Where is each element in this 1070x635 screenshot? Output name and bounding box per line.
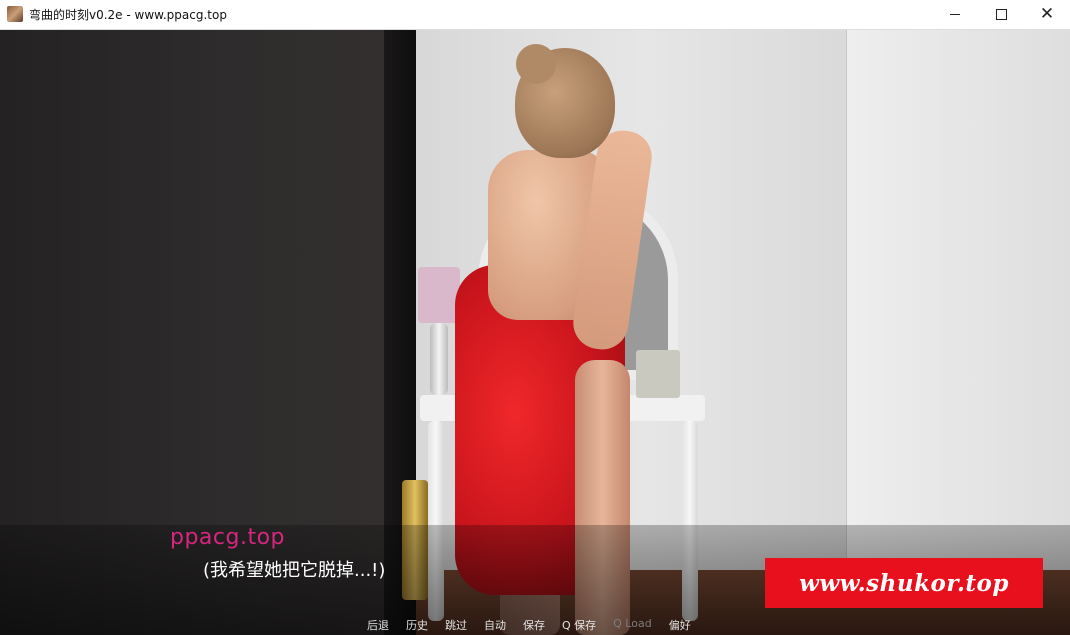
window-title: 弯曲的时刻v0.2e - www.ppacg.top [29, 8, 227, 22]
lamp-shade [418, 267, 460, 323]
quick-menu-preferences[interactable]: 偏好 [669, 617, 691, 633]
app-icon [7, 6, 23, 22]
watermark-text: www.shukor.top [799, 569, 1009, 597]
quick-menu-quick-save[interactable]: Q 保存 [562, 617, 596, 633]
maximize-button[interactable] [978, 0, 1024, 29]
lamp-base [430, 323, 448, 395]
close-button[interactable]: ✕ [1024, 0, 1070, 29]
close-icon: ✕ [1039, 4, 1055, 24]
minimize-button[interactable] [932, 0, 978, 29]
title-bar: 弯曲的时刻v0.2e - www.ppacg.top ✕ [0, 0, 1070, 30]
quick-menu: 后退 历史 跳过 自动 保存 Q 保存 Q Load 偏好 [367, 617, 708, 633]
watermark-banner: www.shukor.top [765, 558, 1043, 608]
character-hair-bun [516, 44, 556, 84]
cosmetic-bottles [636, 350, 680, 398]
maximize-icon [995, 9, 1007, 20]
speaker-name: ppacg.top [170, 525, 286, 550]
minimize-icon [950, 14, 960, 15]
quick-menu-skip[interactable]: 跳过 [445, 617, 467, 633]
quick-menu-auto[interactable]: 自动 [484, 617, 506, 633]
quick-menu-back[interactable]: 后退 [367, 617, 389, 633]
dialogue-text: (我希望她把它脱掉...!) [203, 560, 386, 581]
game-window: 弯曲的时刻v0.2e - www.ppacg.top ✕ ppacg.top (… [0, 0, 1070, 635]
quick-menu-quick-load[interactable]: Q Load [613, 617, 652, 633]
quick-menu-history[interactable]: 历史 [406, 617, 428, 633]
quick-menu-save[interactable]: 保存 [523, 617, 545, 633]
